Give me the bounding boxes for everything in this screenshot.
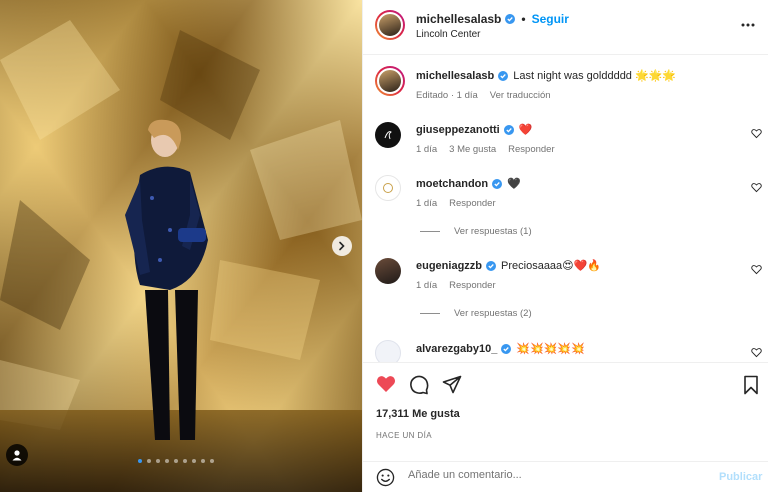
comments-list: michellesalasb Last night was golddddd 🌟… <box>363 56 768 362</box>
comment-username[interactable]: alvarezgaby10_ <box>416 343 497 355</box>
comment-avatar[interactable] <box>375 258 401 284</box>
tagged-users-button[interactable] <box>6 444 28 466</box>
carousel-dot <box>147 459 151 463</box>
comment-avatar[interactable] <box>375 340 401 362</box>
carousel-next-button[interactable] <box>332 236 352 256</box>
comment-likes[interactable]: 3 Me gusta <box>449 144 496 155</box>
translate-link[interactable]: Ver traducción <box>490 90 551 101</box>
comment-username[interactable]: eugeniagzzb <box>416 260 482 272</box>
share-icon[interactable] <box>442 375 462 395</box>
carousel-dot <box>174 459 178 463</box>
caption-edited: Editado · 1 día <box>416 90 478 101</box>
caption-avatar[interactable] <box>375 66 405 96</box>
comment-heart-icon[interactable] <box>751 264 762 275</box>
comment-text: 💥💥💥💥💥 <box>516 343 585 355</box>
view-replies-button[interactable]: Ver respuestas (2) <box>420 308 532 319</box>
post-photo[interactable] <box>0 0 362 492</box>
user-tag-icon <box>12 450 22 461</box>
carousel-dot <box>201 459 205 463</box>
comment-avatar[interactable] <box>375 175 401 201</box>
post-dialog: michellesalasb • Seguir Lincoln Center m… <box>0 0 768 492</box>
view-replies-label: Ver respuestas (2) <box>454 308 532 319</box>
comment-text: 🖤 <box>507 178 521 190</box>
comment-time: 1 día <box>416 280 438 291</box>
chevron-right-icon <box>339 241 345 251</box>
verified-icon <box>498 70 509 81</box>
carousel-indicator <box>138 459 214 463</box>
comment-heart-icon[interactable] <box>751 347 762 358</box>
caption-text: Last night was golddddd 🌟🌟🌟 <box>513 70 677 82</box>
comment-text: Preciosaaaa😍❤️🔥 <box>501 260 602 272</box>
comment-avatar[interactable] <box>375 122 401 148</box>
post-media <box>0 0 362 492</box>
verified-icon <box>486 260 497 271</box>
author-username[interactable]: michellesalasb <box>416 12 501 26</box>
location-link[interactable]: Lincoln Center <box>416 29 480 40</box>
emoji-icon[interactable] <box>376 468 395 487</box>
comment-username[interactable]: giuseppezanotti <box>416 124 500 136</box>
comment-time: 1 día <box>416 144 438 155</box>
comment-composer: Publicar <box>363 461 768 492</box>
publish-button[interactable]: Publicar <box>719 471 762 483</box>
view-replies-label: Ver respuestas (1) <box>454 226 532 237</box>
post-sidebar: michellesalasb • Seguir Lincoln Center m… <box>362 0 768 492</box>
comment-icon[interactable] <box>409 375 429 395</box>
view-replies-button[interactable]: Ver respuestas (1) <box>420 226 532 237</box>
follow-button[interactable]: Seguir <box>532 12 569 26</box>
reply-button[interactable]: Responder <box>508 144 554 155</box>
verified-icon <box>503 124 514 135</box>
post-header: michellesalasb • Seguir Lincoln Center <box>363 0 768 55</box>
separator-bullet: • <box>521 12 526 26</box>
caption-username[interactable]: michellesalasb <box>416 70 494 82</box>
carousel-dot <box>165 459 169 463</box>
heart-icon[interactable] <box>376 375 396 393</box>
post-actions <box>363 362 768 404</box>
carousel-dot <box>156 459 160 463</box>
comment-time: 1 día <box>416 198 438 209</box>
verified-icon <box>492 178 503 189</box>
reply-button[interactable]: Responder <box>449 280 495 291</box>
comment-heart-icon[interactable] <box>751 182 762 193</box>
more-icon[interactable] <box>741 18 755 32</box>
verified-icon <box>501 343 512 354</box>
author-avatar[interactable] <box>375 10 405 40</box>
bookmark-icon[interactable] <box>743 375 759 395</box>
brand-logo-icon <box>384 131 392 140</box>
post-timestamp[interactable]: HACE UN DÍA <box>376 431 432 440</box>
verified-icon <box>505 14 516 24</box>
reply-button[interactable]: Responder <box>449 198 495 209</box>
carousel-dot <box>183 459 187 463</box>
comment-username[interactable]: moetchandon <box>416 178 488 190</box>
comment-text: ❤️ <box>518 124 533 136</box>
carousel-dot <box>210 459 214 463</box>
likes-count[interactable]: 17,311 Me gusta <box>376 408 460 420</box>
carousel-dot <box>192 459 196 463</box>
carousel-dot <box>138 459 142 463</box>
comment-heart-icon[interactable] <box>751 128 762 139</box>
brand-logo-icon <box>383 183 393 193</box>
comment-input[interactable] <box>408 469 698 481</box>
